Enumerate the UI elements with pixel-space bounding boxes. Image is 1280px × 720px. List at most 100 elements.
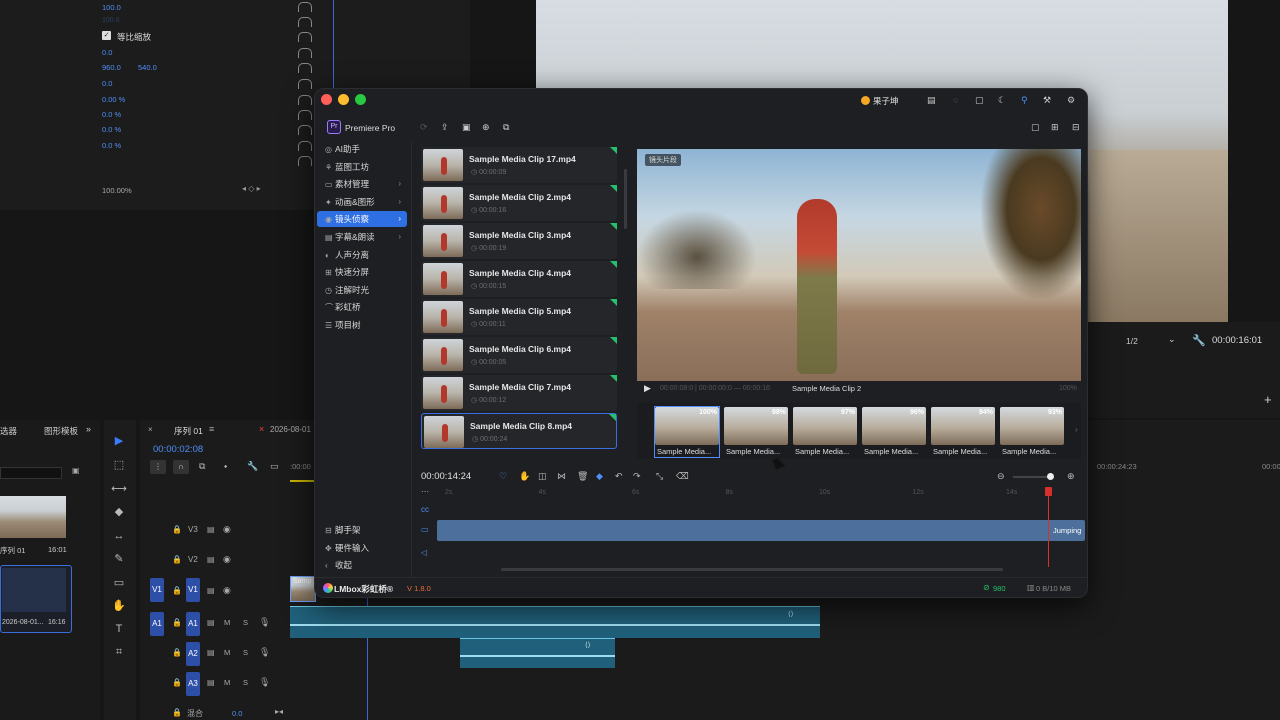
- sidebar-item[interactable]: ▤ 字幕&朗读 ›: [317, 229, 407, 245]
- sidebar-item[interactable]: ◉ 镜头侦察 ›: [317, 211, 407, 228]
- solo-button[interactable]: S: [243, 618, 248, 627]
- sidebar-bottom-item[interactable]: ✥ 硬件输入: [317, 540, 407, 556]
- reset-icon[interactable]: [298, 156, 312, 166]
- selection-tool-icon[interactable]: ▶: [110, 432, 128, 450]
- pen-tool-icon[interactable]: ✎: [110, 550, 128, 568]
- sidebar-item[interactable]: ⌒ 彩虹桥: [317, 299, 407, 315]
- effect-value[interactable]: 0.0 %: [102, 141, 121, 150]
- plugin-playhead[interactable]: [1048, 487, 1049, 567]
- image-icon[interactable]: ▣: [462, 122, 471, 133]
- lock-icon[interactable]: 🔒: [172, 618, 182, 627]
- menu-icon[interactable]: ≡: [209, 424, 214, 434]
- user-avatar[interactable]: [861, 96, 870, 105]
- sidebar-item[interactable]: ✦ 动画&图形 ›: [317, 194, 407, 210]
- razor-tool-icon[interactable]: ◆: [110, 503, 128, 521]
- reset-icon[interactable]: [298, 141, 312, 151]
- track-select-tool-icon[interactable]: ⬚: [110, 456, 128, 474]
- sidebar-item[interactable]: ◷ 注解时光: [317, 282, 407, 298]
- eye-icon[interactable]: ◉: [223, 524, 231, 535]
- chevron-right-icon[interactable]: ›: [1075, 425, 1078, 434]
- bulb-icon[interactable]: ○: [953, 95, 958, 105]
- effect-value[interactable]: 100.0: [102, 3, 121, 12]
- solo-button[interactable]: S: [243, 678, 248, 687]
- mute-button[interactable]: M: [224, 648, 230, 657]
- plugin-timeline-scrollbar[interactable]: [501, 568, 1003, 571]
- effect-value[interactable]: 0.00 %: [102, 95, 125, 104]
- clip-list-item[interactable]: Sample Media Clip 5.mp4 ◷ 00:00:11: [421, 299, 617, 335]
- match-thumbnail[interactable]: 100% Sample Media...: [654, 406, 720, 458]
- preview-zoom[interactable]: 100%: [1059, 385, 1077, 392]
- track-label-a2[interactable]: A2: [186, 642, 200, 666]
- toggle-sync-icon[interactable]: ▤: [207, 525, 215, 534]
- folder-icon[interactable]: ▢: [1031, 122, 1040, 133]
- solo-button[interactable]: S: [243, 648, 248, 657]
- play-icon[interactable]: ▶: [644, 383, 651, 394]
- lock-icon[interactable]: 🔒: [172, 708, 182, 717]
- clip-list-scrollbar[interactable]: [624, 169, 627, 229]
- lock-icon[interactable]: 🔒: [172, 555, 182, 564]
- slip-tool-icon[interactable]: ↔: [110, 527, 128, 545]
- wrench-icon[interactable]: 🔧: [247, 461, 258, 472]
- ripple-tool-icon[interactable]: ⟷: [110, 480, 128, 498]
- linked-selection-icon[interactable]: ⧉: [199, 461, 205, 472]
- match-thumbnail[interactable]: 97% Sample Media...: [793, 407, 857, 457]
- clip-list-item[interactable]: Sample Media Clip 6.mp4 ◷ 00:00:05: [421, 337, 617, 373]
- redo-icon[interactable]: ↷: [633, 471, 641, 482]
- star-icon[interactable]: ◆: [596, 471, 603, 482]
- reset-icon[interactable]: [298, 2, 312, 12]
- project-search-input[interactable]: [0, 467, 62, 479]
- more-icon[interactable]: ⋯: [421, 487, 429, 496]
- match-thumbnail[interactable]: 98% Sample Media...: [724, 407, 788, 457]
- reset-icon[interactable]: [298, 32, 312, 42]
- delete-icon[interactable]: 🗑: [577, 471, 588, 482]
- sidebar-item[interactable]: ⊞ 快速分屏: [317, 264, 407, 280]
- new-bin-icon[interactable]: ▣: [72, 466, 80, 475]
- type-tool-icon[interactable]: T: [110, 620, 128, 638]
- reset-icon[interactable]: [298, 79, 312, 89]
- import-icon[interactable]: ⇪: [441, 122, 449, 133]
- minimize-window-button[interactable]: [338, 94, 349, 105]
- match-thumbnail[interactable]: 93% Sample Media...: [1000, 407, 1064, 457]
- maximize-window-button[interactable]: [355, 94, 366, 105]
- track-label-v1[interactable]: V1: [186, 578, 200, 602]
- magnet-icon[interactable]: ∩: [173, 460, 189, 474]
- copy-icon[interactable]: ⧉: [503, 122, 509, 133]
- tool-icon[interactable]: ⚒: [1043, 95, 1051, 106]
- clip-list-item[interactable]: Sample Media Clip 3.mp4 ◷ 00:00:19: [421, 223, 617, 259]
- resolution-select[interactable]: 1/2: [1126, 336, 1138, 346]
- clip-list-item[interactable]: Sample Media Clip 8.mp4 ◷ 00:00:24: [421, 413, 617, 449]
- bot-icon[interactable]: ⊕: [482, 122, 490, 133]
- message-icon[interactable]: ▢: [975, 95, 984, 106]
- effect-value[interactable]: 540.0: [138, 63, 157, 72]
- eraser-icon[interactable]: ⌫: [676, 471, 689, 482]
- audio-track-icon[interactable]: ◁: [421, 548, 427, 557]
- match-thumbnail[interactable]: 94% Sample Media...: [931, 407, 995, 457]
- clip-list-item[interactable]: Sample Media Clip 17.mp4 ◷ 00:00:09: [421, 147, 617, 183]
- toggle-sync-icon[interactable]: ▤: [207, 586, 215, 595]
- work-area-bar[interactable]: [290, 480, 314, 482]
- plugin-playhead-head[interactable]: [1045, 487, 1052, 496]
- refresh-icon[interactable]: ⟳: [420, 122, 428, 133]
- chevron-down-icon[interactable]: ⌄: [1168, 334, 1176, 345]
- effect-value[interactable]: 100.0: [102, 17, 120, 24]
- effect-value[interactable]: 0.0 %: [102, 125, 121, 134]
- sidebar-item[interactable]: ⚘ 蓝图工坊: [317, 159, 407, 175]
- reset-icon[interactable]: [298, 48, 312, 58]
- project-thumbnail[interactable]: [0, 496, 66, 538]
- close-tab-icon[interactable]: ×: [259, 424, 264, 434]
- pin-icon[interactable]: ⚲: [1021, 95, 1028, 106]
- crop-icon[interactable]: ⤡: [656, 471, 663, 482]
- video-track-icon[interactable]: ▭: [421, 525, 429, 534]
- eye-icon[interactable]: ◉: [223, 585, 231, 596]
- mute-button[interactable]: M: [224, 678, 230, 687]
- sidebar-item[interactable]: ◎ AI助手: [317, 141, 407, 157]
- match-thumbnail[interactable]: 96% Sample Media...: [862, 407, 926, 457]
- add-icon[interactable]: ⊞: [1051, 122, 1059, 133]
- mute-button[interactable]: M: [224, 618, 230, 627]
- effect-value[interactable]: 0.0: [102, 79, 112, 88]
- plugin-video-clip[interactable]: [437, 520, 1085, 541]
- sequence-tab[interactable]: 序列 01: [174, 425, 203, 437]
- checkbox-icon[interactable]: ✓: [102, 31, 111, 40]
- sidebar-item[interactable]: ▭ 素材管理 ›: [317, 176, 407, 192]
- captions-icon[interactable]: ▭: [270, 461, 279, 472]
